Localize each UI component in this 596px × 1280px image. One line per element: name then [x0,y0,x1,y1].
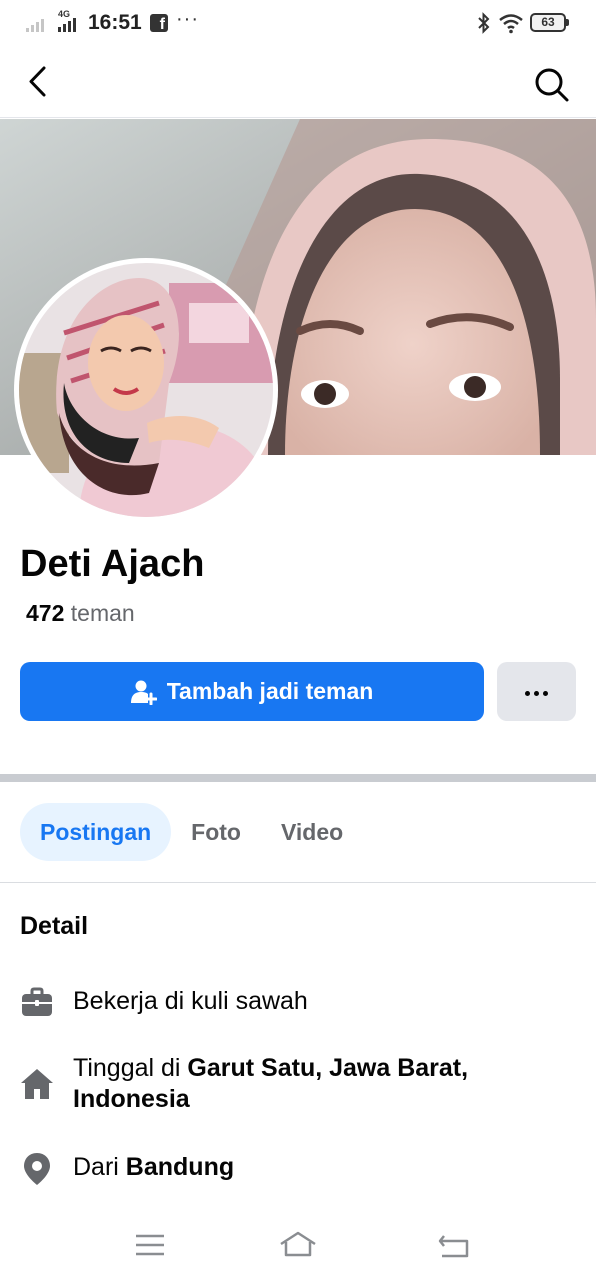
back-button[interactable] [20,62,60,102]
ellipsis-icon [523,683,550,701]
detail-current-city: Tinggal di Garut Satu, Jawa Barat, Indon… [20,1053,576,1115]
from-prefix: Dari [73,1153,126,1181]
signal-strength-icon [26,12,44,32]
battery-icon: 63 [530,13,569,32]
chevron-left-icon [29,66,46,97]
top-navigation [0,48,596,118]
battery-level: 63 [541,15,555,29]
profile-tabs: Postingan Foto Video [20,803,363,861]
add-friend-label: Tambah jadi teman [166,678,374,704]
tab-video[interactable]: Video [261,803,363,861]
lives-prefix: Tinggal di [73,1054,188,1082]
menu-icon [136,1234,164,1256]
section-divider [0,774,596,782]
home-icon [21,1069,53,1099]
friends-count: 472 [26,600,65,626]
add-friend-button[interactable]: Tambah jadi teman [20,662,484,721]
more-notifications-indicator: ··· [176,8,199,30]
tabs-divider [0,882,596,883]
profile-name: Deti Ajach [20,543,205,585]
friends-count-link[interactable]: 472 teman [26,600,135,627]
tab-foto[interactable]: Foto [171,803,261,861]
system-navigation-bar [0,1210,596,1280]
status-bar: 4G 16:51 ··· 63 [0,0,596,48]
return-icon [438,1235,469,1258]
friends-label: teman [70,600,135,626]
more-options-button[interactable] [497,662,576,721]
current-city-text: Tinggal di Garut Satu, Jawa Barat, Indon… [73,1053,576,1115]
briefcase-icon [22,987,52,1016]
detail-heading: Detail [20,912,89,940]
hometown-text: Dari Bandung [73,1152,234,1183]
profile-avatar[interactable] [14,258,278,522]
home-outline-icon [280,1231,316,1257]
facebook-notification-icon [150,14,168,34]
tab-postingan[interactable]: Postingan [20,803,172,861]
detail-work: Bekerja di kuli sawah [20,986,576,1020]
detail-hometown: Dari Bandung [20,1152,576,1186]
location-pin-icon [24,1153,50,1185]
bluetooth-icon [478,12,490,34]
work-text: Bekerja di kuli sawah [73,987,308,1015]
from-place[interactable]: Bandung [126,1153,234,1181]
status-time: 16:51 [88,11,142,34]
menu-button[interactable] [130,1228,170,1264]
search-icon [535,68,569,102]
wifi-icon [499,14,523,34]
search-button[interactable] [530,62,574,106]
return-button[interactable] [434,1228,474,1264]
mobile-data-icon: 4G [58,9,80,34]
person-add-icon [130,680,157,705]
home-button[interactable] [278,1228,318,1264]
